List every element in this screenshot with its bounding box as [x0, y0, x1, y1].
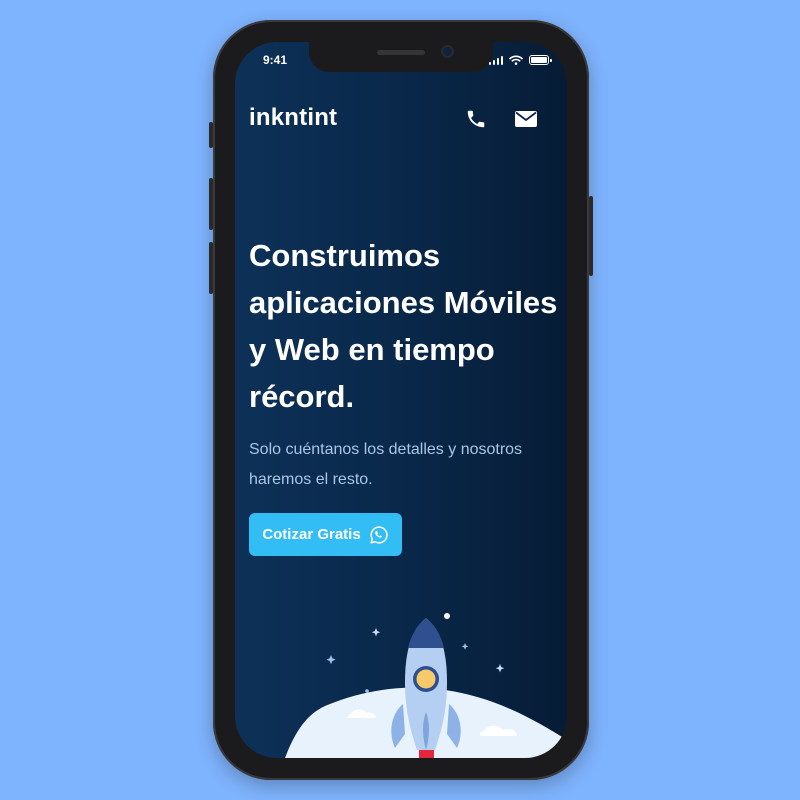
wifi-icon	[509, 55, 523, 65]
star	[371, 628, 381, 637]
star	[326, 655, 336, 665]
hero-subtext: Solo cuéntanos los detalles y nosotros h…	[249, 441, 523, 488]
phone-screen: 9:41 inkntint Construimos aplicaciones M…	[235, 42, 567, 758]
volume-down-button	[209, 242, 213, 294]
cellular-signal-icon	[488, 55, 503, 65]
rocket-tip	[408, 618, 444, 648]
rocket-illustration	[285, 613, 567, 758]
status-icons	[488, 55, 552, 65]
phone-icon[interactable]	[463, 106, 489, 132]
star	[444, 613, 450, 619]
silent-switch	[209, 122, 213, 148]
brand-logo[interactable]: inkntint	[249, 104, 337, 132]
notch	[309, 42, 493, 72]
front-camera	[443, 47, 452, 56]
status-time: 9:41	[263, 53, 288, 67]
hero-headline: Construimos aplicaciones Móviles y Web e…	[249, 238, 558, 414]
quote-button-label: Cotizar Gratis	[262, 526, 361, 543]
star	[365, 689, 369, 693]
rocket-window-glass	[416, 669, 436, 689]
star	[495, 664, 505, 673]
quote-button[interactable]: Cotizar Gratis	[249, 513, 402, 556]
mail-icon[interactable]	[513, 106, 539, 132]
whatsapp-icon	[370, 525, 388, 544]
phone-mockup: 9:41 inkntint Construimos aplicaciones M…	[209, 20, 593, 780]
rocket-flame	[419, 750, 434, 758]
battery-icon	[529, 55, 552, 65]
power-button	[589, 196, 593, 276]
speaker-grille	[377, 50, 425, 55]
star	[461, 643, 469, 650]
volume-up-button	[209, 178, 213, 230]
